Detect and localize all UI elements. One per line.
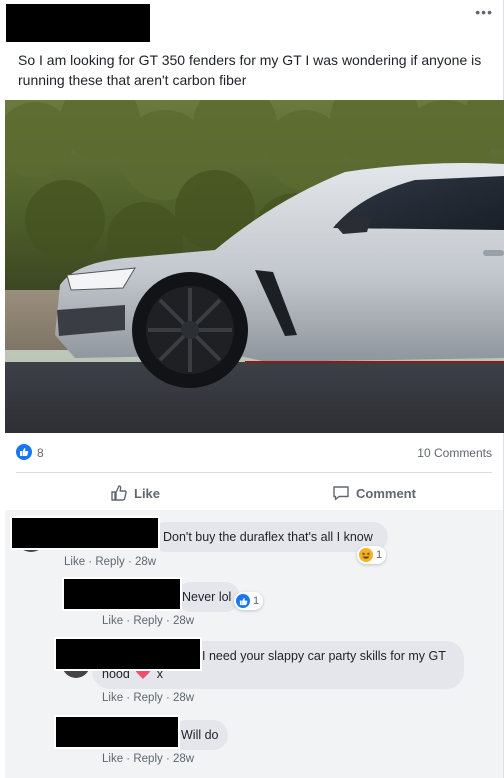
comment-bubble: Don't buy the duraflex that's all I know	[150, 522, 388, 552]
comment-meta: Like · Reply · 28w	[102, 615, 195, 627]
reaction-count: 1	[253, 595, 260, 607]
like-icon	[236, 594, 250, 608]
comment-button-label: Comment	[356, 485, 416, 501]
comment-bubble: Will do	[172, 720, 228, 750]
comment-like-link[interactable]: Like	[102, 753, 123, 765]
redacted-commenter-name	[10, 516, 160, 550]
car-photo-image	[5, 100, 504, 433]
post-text: So I am looking for GT 350 fenders for m…	[18, 52, 482, 88]
comment-timestamp[interactable]: 28w	[173, 753, 194, 765]
comment-meta: Like · Reply · 28w	[102, 753, 195, 765]
haha-icon	[359, 548, 373, 562]
comment-timestamp[interactable]: 28w	[135, 556, 156, 568]
reaction-count: 1	[376, 549, 383, 561]
comment-meta: Like · Reply · 28w	[64, 556, 157, 568]
redacted-commenter-name	[54, 637, 202, 671]
redacted-commenter-name	[62, 577, 182, 611]
reaction-count: 8	[37, 446, 44, 460]
comment-button[interactable]: Comment	[332, 479, 416, 507]
divider	[16, 472, 492, 473]
comment-timestamp[interactable]: 28w	[173, 692, 194, 704]
comment-reply-link[interactable]: Reply	[133, 753, 162, 765]
comment-like-link[interactable]: Like	[64, 556, 85, 568]
comment-timestamp[interactable]: 28w	[173, 615, 194, 627]
reactions-summary[interactable]: 8 10 Comments	[16, 442, 492, 462]
comment-reply-link[interactable]: Reply	[133, 615, 162, 627]
comment-text: Don't buy the duraflex that's all I know	[163, 530, 373, 544]
post-card: ••• So I am looking for GT 350 fenders f…	[0, 0, 504, 778]
comment-reply-link[interactable]: Reply	[133, 692, 162, 704]
comment-like-link[interactable]: Like	[102, 692, 123, 704]
post-photo[interactable]	[5, 100, 504, 433]
comment-like-link[interactable]: Like	[102, 615, 123, 627]
like-button-label: Like	[134, 485, 161, 501]
comment-reaction-count[interactable]: 1	[234, 592, 264, 610]
comment-text: Never lol	[182, 590, 232, 604]
thumbs-up-icon	[111, 485, 127, 501]
comment-bubble: Never lol	[176, 582, 240, 612]
like-reaction-icon	[16, 444, 32, 460]
comment-text-line-1: I need your slappy car party skills for …	[202, 649, 446, 663]
more-options-icon[interactable]: •••	[475, 4, 493, 20]
comment-meta: Like · Reply · 28w	[102, 692, 195, 704]
redacted-commenter-name	[54, 715, 180, 749]
comment-text: Will do	[181, 728, 219, 742]
comment-icon	[333, 486, 349, 501]
redacted-poster-name	[4, 2, 152, 44]
comment-reaction-count[interactable]: 1	[357, 546, 387, 564]
like-button[interactable]: Like	[110, 479, 160, 507]
comments-count-link[interactable]: 10 Comments	[417, 446, 492, 460]
comment-reply-link[interactable]: Reply	[95, 556, 124, 568]
